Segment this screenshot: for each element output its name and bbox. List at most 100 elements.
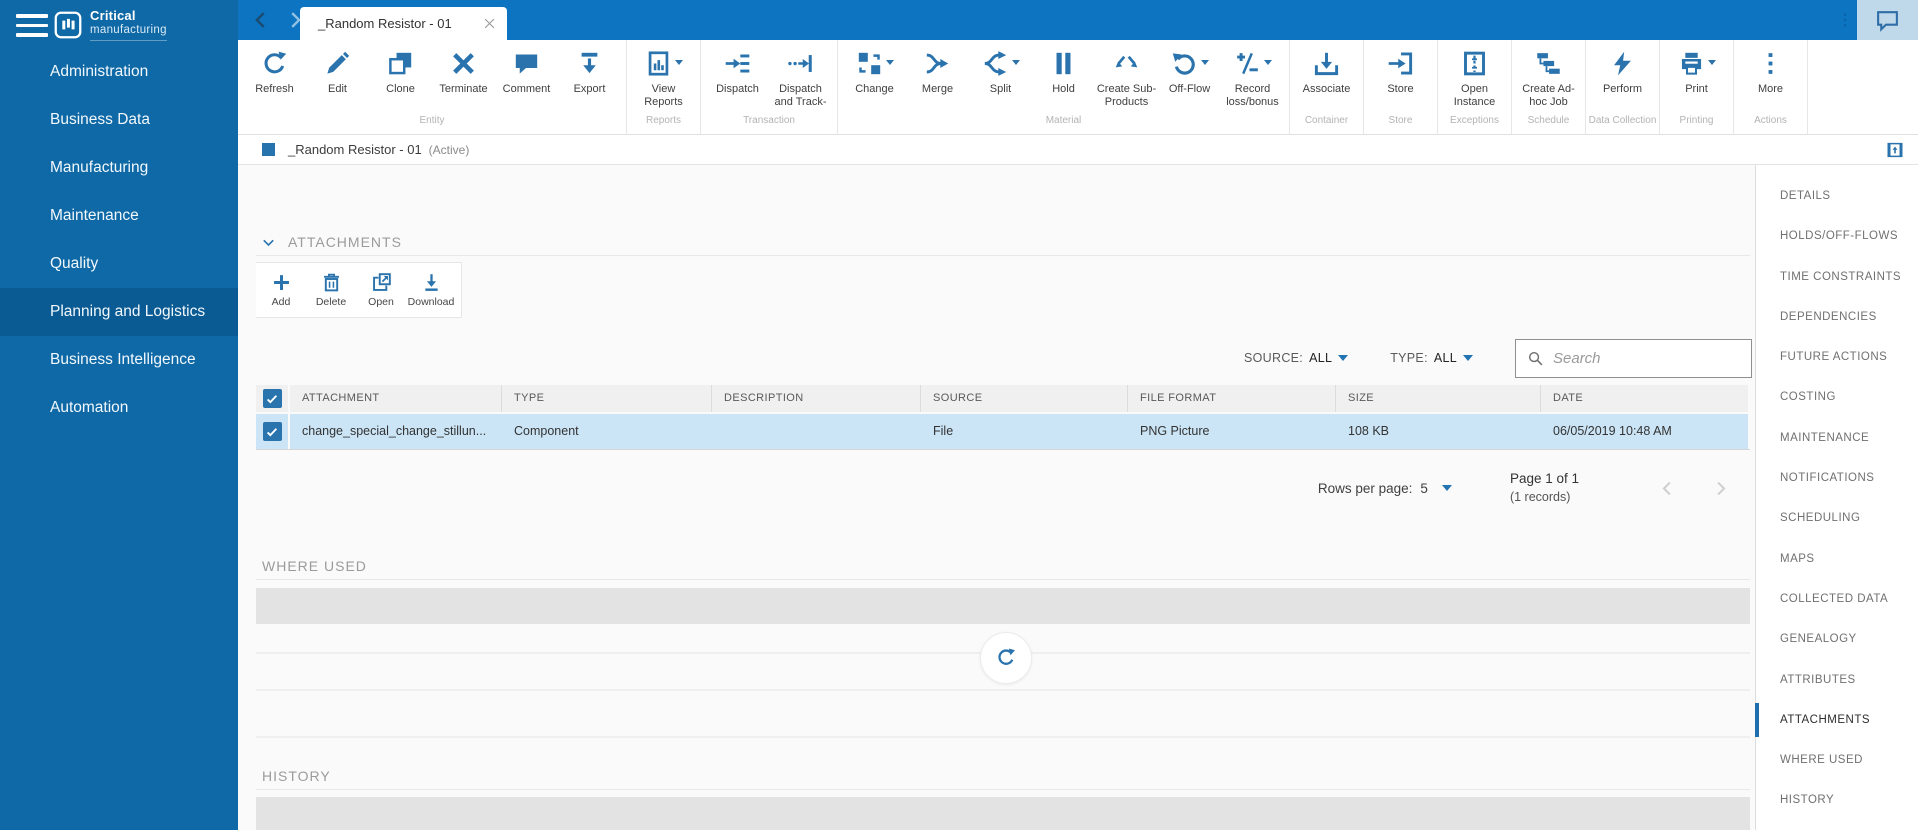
more-button[interactable]: More [1739, 45, 1802, 115]
speech-bubble-icon [1875, 8, 1900, 33]
right-nav-item-collected-data[interactable]: COLLECTED DATA [1756, 579, 1918, 619]
comment-button[interactable]: Comment [495, 45, 558, 115]
sidebar-item-automation[interactable]: Automation [0, 384, 238, 432]
record-loss-bonus-button[interactable]: Record loss/bonus [1221, 45, 1284, 115]
create-adhoc-job-button[interactable]: Create Ad-hoc Job [1517, 45, 1580, 115]
terminate-button[interactable]: Terminate [432, 45, 495, 115]
open-instance-button[interactable]: Open Instance [1443, 45, 1506, 115]
tab-random-resistor[interactable]: _Random Resistor - 01 [300, 7, 507, 40]
history-section-title: HISTORY [262, 768, 331, 784]
where-used-loading-placeholder [256, 588, 1750, 624]
change-button[interactable]: Change [843, 45, 906, 115]
dispatch-button[interactable]: Dispatch [706, 45, 769, 115]
pagination: Rows per page: 5 Page 1 of 1 (1 records) [256, 465, 1750, 511]
right-nav-item-attributes[interactable]: ATTRIBUTES [1756, 660, 1918, 700]
right-nav-item-costing[interactable]: COSTING [1756, 377, 1918, 417]
export-button[interactable]: Export [558, 45, 621, 115]
select-all-checkbox[interactable] [263, 389, 282, 408]
edit-button[interactable]: Edit [306, 45, 369, 115]
column-header-date[interactable]: DATE [1541, 385, 1748, 412]
right-nav-item-dependencies[interactable]: DEPENDENCIES [1756, 297, 1918, 337]
column-header-source[interactable]: SOURCE [921, 385, 1128, 412]
attachments-section-title: ATTACHMENTS [288, 234, 402, 250]
history-loading-placeholder [256, 797, 1750, 830]
chevron-down-icon [1338, 355, 1348, 361]
sidebar-item-maintenance[interactable]: Maintenance [0, 192, 238, 240]
cell-type: Component [502, 414, 712, 449]
speech-bubble-icon [513, 50, 540, 77]
brand-text: Critical manufacturing [90, 9, 167, 41]
entity-status: (Active) [429, 143, 470, 157]
sidebar-item-planning-and-logistics[interactable]: Planning and Logistics [0, 288, 238, 336]
split-button[interactable]: Split [969, 45, 1032, 115]
sidebar-item-quality[interactable]: Quality [0, 240, 238, 288]
hamburger-menu-icon[interactable] [16, 14, 48, 37]
view-reports-button[interactable]: View Reports [632, 45, 695, 115]
perform-button[interactable]: Perform [1591, 45, 1654, 115]
attachments-section-header: ATTACHMENTS [256, 229, 1750, 256]
nav-back-icon[interactable] [250, 9, 272, 31]
row-checkbox[interactable] [263, 422, 282, 441]
toolbar-group-data-collection: Perform Data Collection [1586, 40, 1660, 134]
right-nav-item-history[interactable]: HISTORY [1756, 780, 1918, 820]
merge-button[interactable]: Merge [906, 45, 969, 115]
collapse-panel-icon[interactable] [1886, 141, 1904, 159]
store-button[interactable]: Store [1369, 45, 1432, 115]
app-window: Critical manufacturing Administration Bu… [0, 0, 1918, 830]
print-button[interactable]: Print [1665, 45, 1728, 115]
right-nav-item-notifications[interactable]: NOTIFICATIONS [1756, 458, 1918, 498]
chevron-down-icon [1708, 60, 1716, 65]
column-header-type[interactable]: TYPE [502, 385, 712, 412]
column-header-description[interactable]: DESCRIPTION [712, 385, 921, 412]
toolbar-group-label: Transaction [701, 115, 837, 134]
copy-icon [387, 50, 414, 77]
cell-size: 108 KB [1336, 414, 1541, 449]
table-row[interactable]: change_special_change_stillun... Compone… [256, 414, 1750, 449]
right-nav-item-scheduling[interactable]: SCHEDULING [1756, 498, 1918, 538]
next-page-icon[interactable] [1711, 479, 1730, 498]
column-header-size[interactable]: SIZE [1336, 385, 1541, 412]
toolbar-group-label: Actions [1734, 115, 1807, 134]
column-header-attachment[interactable]: ATTACHMENT [290, 385, 502, 412]
report-chart-icon [645, 50, 672, 77]
dispatch-and-track-button[interactable]: Dispatch and Track- [769, 45, 832, 115]
download-attachment-button[interactable]: Download [406, 268, 456, 317]
right-nav-item-holds-off-flows[interactable]: HOLDS/OFF-FLOWS [1756, 216, 1918, 256]
hold-button[interactable]: Hold [1032, 45, 1095, 115]
right-nav-item-time-constraints[interactable]: TIME CONSTRAINTS [1756, 257, 1918, 297]
topbar-more-icon[interactable] [1836, 8, 1854, 32]
delete-attachment-button[interactable]: Delete [306, 268, 356, 317]
tab-close-icon[interactable] [482, 16, 497, 31]
right-nav-item-details[interactable]: DETAILS [1756, 176, 1918, 216]
right-nav-item-maps[interactable]: MAPS [1756, 539, 1918, 579]
clone-button[interactable]: Clone [369, 45, 432, 115]
attachments-table: ATTACHMENT TYPE DESCRIPTION SOURCE FILE … [256, 385, 1750, 450]
add-attachment-button[interactable]: Add [256, 268, 306, 317]
sidebar-item-manufacturing[interactable]: Manufacturing [0, 144, 238, 192]
right-nav-item-future-actions[interactable]: FUTURE ACTIONS [1756, 337, 1918, 377]
rows-per-page-dropdown[interactable]: Rows per page: 5 [1318, 481, 1452, 496]
sidebar-item-administration[interactable]: Administration [0, 48, 238, 96]
column-header-file-format[interactable]: FILE FORMAT [1128, 385, 1336, 412]
right-nav-item-where-used[interactable]: WHERE USED [1756, 740, 1918, 780]
off-flow-button[interactable]: Off-Flow [1158, 45, 1221, 115]
feedback-button[interactable] [1857, 0, 1918, 40]
right-nav-item-genealogy[interactable]: GENEALOGY [1756, 619, 1918, 659]
open-attachment-button[interactable]: Open [356, 268, 406, 317]
sidebar-item-business-data[interactable]: Business Data [0, 96, 238, 144]
source-filter-dropdown[interactable]: SOURCE: ALL [1244, 351, 1348, 365]
previous-page-icon[interactable] [1658, 479, 1677, 498]
divider [256, 736, 1750, 738]
refresh-button[interactable]: Refresh [243, 45, 306, 115]
right-nav-item-attachments[interactable]: ATTACHMENTS [1756, 700, 1918, 740]
create-sub-products-button[interactable]: Create Sub-Products [1095, 45, 1158, 115]
search-input[interactable] [1544, 340, 1754, 377]
chevron-down-icon[interactable] [261, 235, 276, 250]
sidebar-item-business-intelligence[interactable]: Business Intelligence [0, 336, 238, 384]
attachments-toolbar: Add Delete Open Download [256, 262, 462, 318]
type-filter-dropdown[interactable]: TYPE: ALL [1390, 351, 1473, 365]
associate-button[interactable]: Associate [1295, 45, 1358, 115]
lightning-icon [1609, 50, 1636, 77]
toolbar-group-label: Schedule [1512, 115, 1585, 134]
right-nav-item-maintenance[interactable]: MAINTENANCE [1756, 418, 1918, 458]
